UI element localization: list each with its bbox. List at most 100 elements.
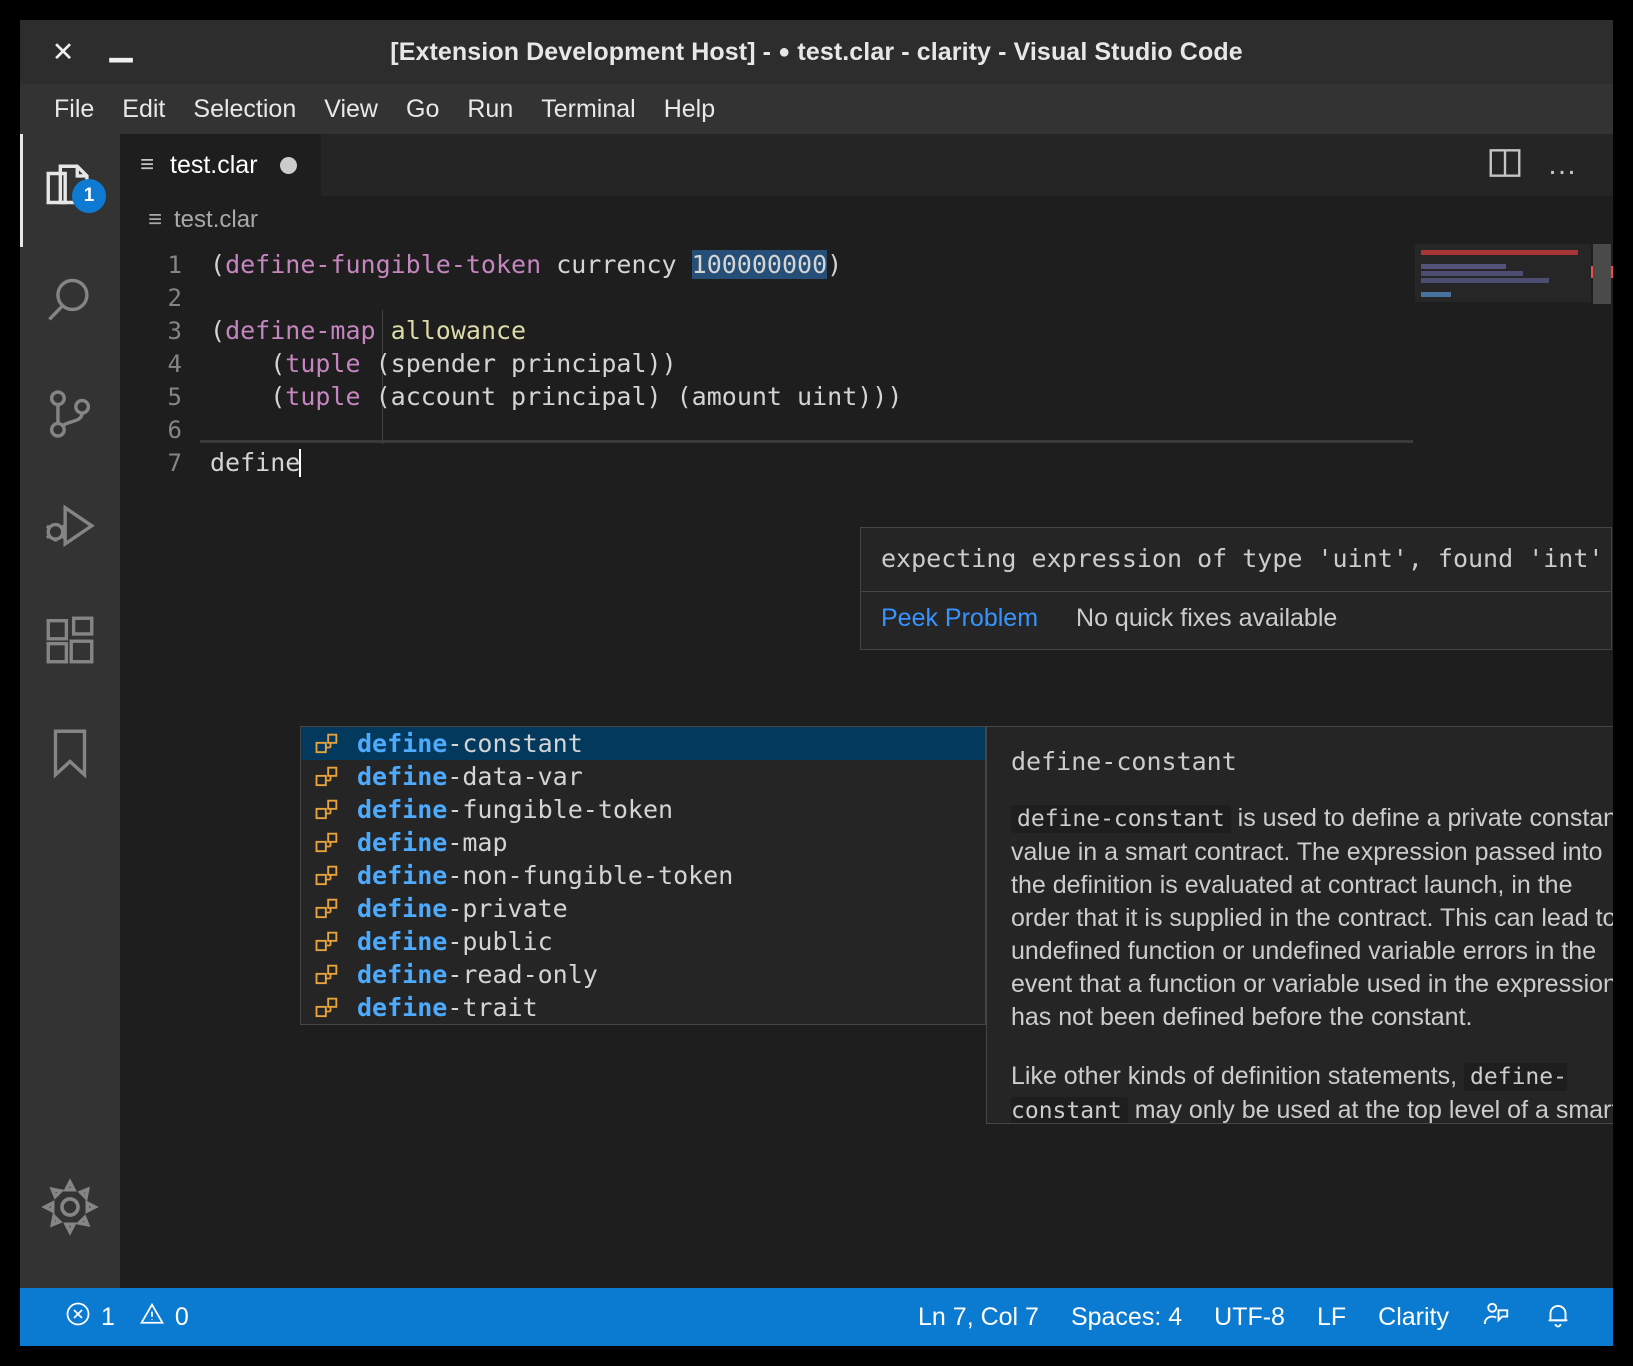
error-circle-icon — [64, 1300, 92, 1335]
suggest-match: define — [357, 993, 448, 1022]
code-editor[interactable]: 1 (define-fungible-token currency 100000… — [120, 244, 1613, 1288]
keyword-symbol-icon — [313, 730, 345, 758]
keyword-symbol-icon — [313, 994, 345, 1022]
split-editor-right-button[interactable] — [1481, 141, 1529, 189]
warning-count: 0 — [174, 1302, 189, 1331]
suggest-match: define — [357, 828, 448, 857]
tab-dirty-indicator[interactable] — [279, 156, 297, 174]
warning-triangle-icon — [138, 1300, 166, 1335]
editor-indentation[interactable]: Spaces: 4 — [1055, 1288, 1198, 1346]
suggest-match: define — [357, 960, 448, 989]
sidebar-item-run-and-debug[interactable] — [20, 473, 120, 586]
sidebar-item-source-control[interactable] — [20, 360, 120, 473]
sidebar-item-search[interactable] — [20, 247, 120, 360]
docs-paragraph-1: define-constant is used to define a priv… — [1011, 802, 1613, 1034]
vscode-window: ✕ ▁ [Extension Development Host] - ● tes… — [20, 20, 1613, 1346]
menu-help[interactable]: Help — [650, 91, 729, 128]
suggest-label: define-non-fungible-token — [357, 861, 733, 890]
breadcrumb-file-icon: ≡ — [148, 206, 163, 233]
tab-test-clar[interactable]: ≡ test.clar — [120, 134, 322, 196]
suggest-item-define-fungible-token[interactable]: define-fungible-token — [301, 793, 985, 826]
suggest-label: define-data-var — [357, 762, 583, 791]
breadcrumb[interactable]: ≡ test.clar — [120, 196, 1613, 244]
code-line-1: 1 (define-fungible-token currency 100000… — [120, 248, 1613, 281]
run-and-debug-icon — [41, 498, 99, 561]
menu-run[interactable]: Run — [453, 91, 527, 128]
keyword-symbol-icon — [313, 928, 345, 956]
menu-view[interactable]: View — [310, 91, 392, 128]
suggest-item-define-non-fungible-token[interactable]: define-non-fungible-token — [301, 859, 985, 892]
suggest-rest: -data-var — [447, 762, 583, 791]
sidebar-item-extensions[interactable] — [20, 586, 120, 699]
ellipsis-icon: … — [1547, 148, 1579, 181]
sidebar-item-bookmarks[interactable] — [20, 699, 120, 812]
suggest-item-define-data-var[interactable]: define-data-var — [301, 760, 985, 793]
suggest-item-define-read-only[interactable]: define-read-only — [301, 958, 985, 991]
line-content: (define-fungible-token currency 10000000… — [210, 250, 843, 279]
editor-position[interactable]: Ln 7, Col 7 — [902, 1288, 1055, 1346]
search-icon — [41, 272, 99, 335]
scrollbar-thumb[interactable] — [1593, 244, 1611, 304]
peek-problem-link[interactable]: Peek Problem — [881, 604, 1038, 633]
suggest-label: define-fungible-token — [357, 795, 673, 824]
editor-actions: … — [1481, 134, 1613, 196]
line-content: (tuple (account principal) (amount uint)… — [270, 382, 903, 411]
suggest-item-define-trait[interactable]: define-trait — [301, 991, 985, 1024]
suggest-rest: -constant — [447, 729, 583, 758]
keyword-symbol-icon — [313, 829, 345, 857]
menu-bar: File Edit Selection View Go Run Terminal… — [20, 84, 1613, 134]
suggest-match: define — [357, 861, 448, 890]
window-title-dirty-dot: ● — [778, 40, 791, 63]
feedback-button[interactable] — [1465, 1288, 1527, 1346]
suggest-label: define-constant — [357, 729, 583, 758]
hover-message: expecting expression of type 'uint', fou… — [861, 528, 1611, 592]
bookmark-icon — [41, 724, 99, 787]
notifications-button[interactable] — [1527, 1288, 1589, 1346]
feedback-smiley-icon — [1481, 1299, 1511, 1336]
menu-file[interactable]: File — [40, 91, 108, 128]
code-lines: 1 (define-fungible-token currency 100000… — [120, 244, 1613, 479]
editor-eol[interactable]: LF — [1301, 1288, 1362, 1346]
editor-language-mode[interactable]: Clarity — [1362, 1288, 1465, 1346]
editor-group: ≡ test.clar … ≡ test.clar 1 (define-fung… — [120, 134, 1613, 1288]
sidebar-item-explorer[interactable]: 1 — [20, 134, 120, 247]
code-line-6: 6 — [120, 413, 1613, 446]
window-title: [Extension Development Host] - ● test.cl… — [20, 38, 1613, 67]
menu-edit[interactable]: Edit — [108, 91, 179, 128]
window-close-icon[interactable]: ✕ — [34, 20, 92, 84]
editor-tabs: ≡ test.clar … — [120, 134, 1613, 196]
suggest-widget[interactable]: define-constant define-data-var define-f… — [300, 726, 986, 1025]
suggest-item-define-map[interactable]: define-map — [301, 826, 985, 859]
tab-label: test.clar — [170, 150, 258, 179]
suggest-match: define — [357, 762, 448, 791]
error-count: 1 — [101, 1302, 115, 1331]
extensions-icon — [41, 611, 99, 674]
more-actions-button[interactable]: … — [1539, 141, 1587, 189]
code-line-2: 2 — [120, 281, 1613, 314]
suggest-match: define — [357, 729, 448, 758]
problems-status[interactable]: 1 0 — [48, 1288, 205, 1346]
menu-terminal[interactable]: Terminal — [527, 91, 649, 128]
window-title-file: test.clar - clarity - Visual Studio Code — [797, 37, 1243, 66]
code-line-5: 5 (tuple (account principal) (amount uin… — [120, 380, 1613, 413]
line-content: (tuple (spender principal)) — [270, 349, 677, 378]
suggest-label: define-map — [357, 828, 508, 857]
menu-go[interactable]: Go — [392, 91, 453, 128]
line-number: 1 — [167, 250, 182, 279]
menu-selection[interactable]: Selection — [179, 91, 310, 128]
split-editor-icon — [1486, 144, 1524, 187]
file-lines-icon: ≡ — [140, 151, 155, 178]
docs-inline-code: define-constant — [1011, 805, 1231, 833]
suggest-item-define-private[interactable]: define-private — [301, 892, 985, 925]
window-minimize-icon[interactable]: ▁ — [92, 20, 150, 84]
code-line-3: 3 (define-map allowance — [120, 314, 1613, 347]
line-number: 2 — [167, 283, 182, 312]
suggest-item-define-public[interactable]: define-public — [301, 925, 985, 958]
manage-settings-button[interactable] — [20, 1153, 120, 1266]
line-content: define — [200, 448, 302, 477]
suggest-rest: -read-only — [447, 960, 598, 989]
keyword-symbol-icon — [313, 961, 345, 989]
suggest-match: define — [357, 927, 448, 956]
editor-encoding[interactable]: UTF-8 — [1198, 1288, 1301, 1346]
suggest-item-define-constant[interactable]: define-constant — [301, 727, 985, 760]
